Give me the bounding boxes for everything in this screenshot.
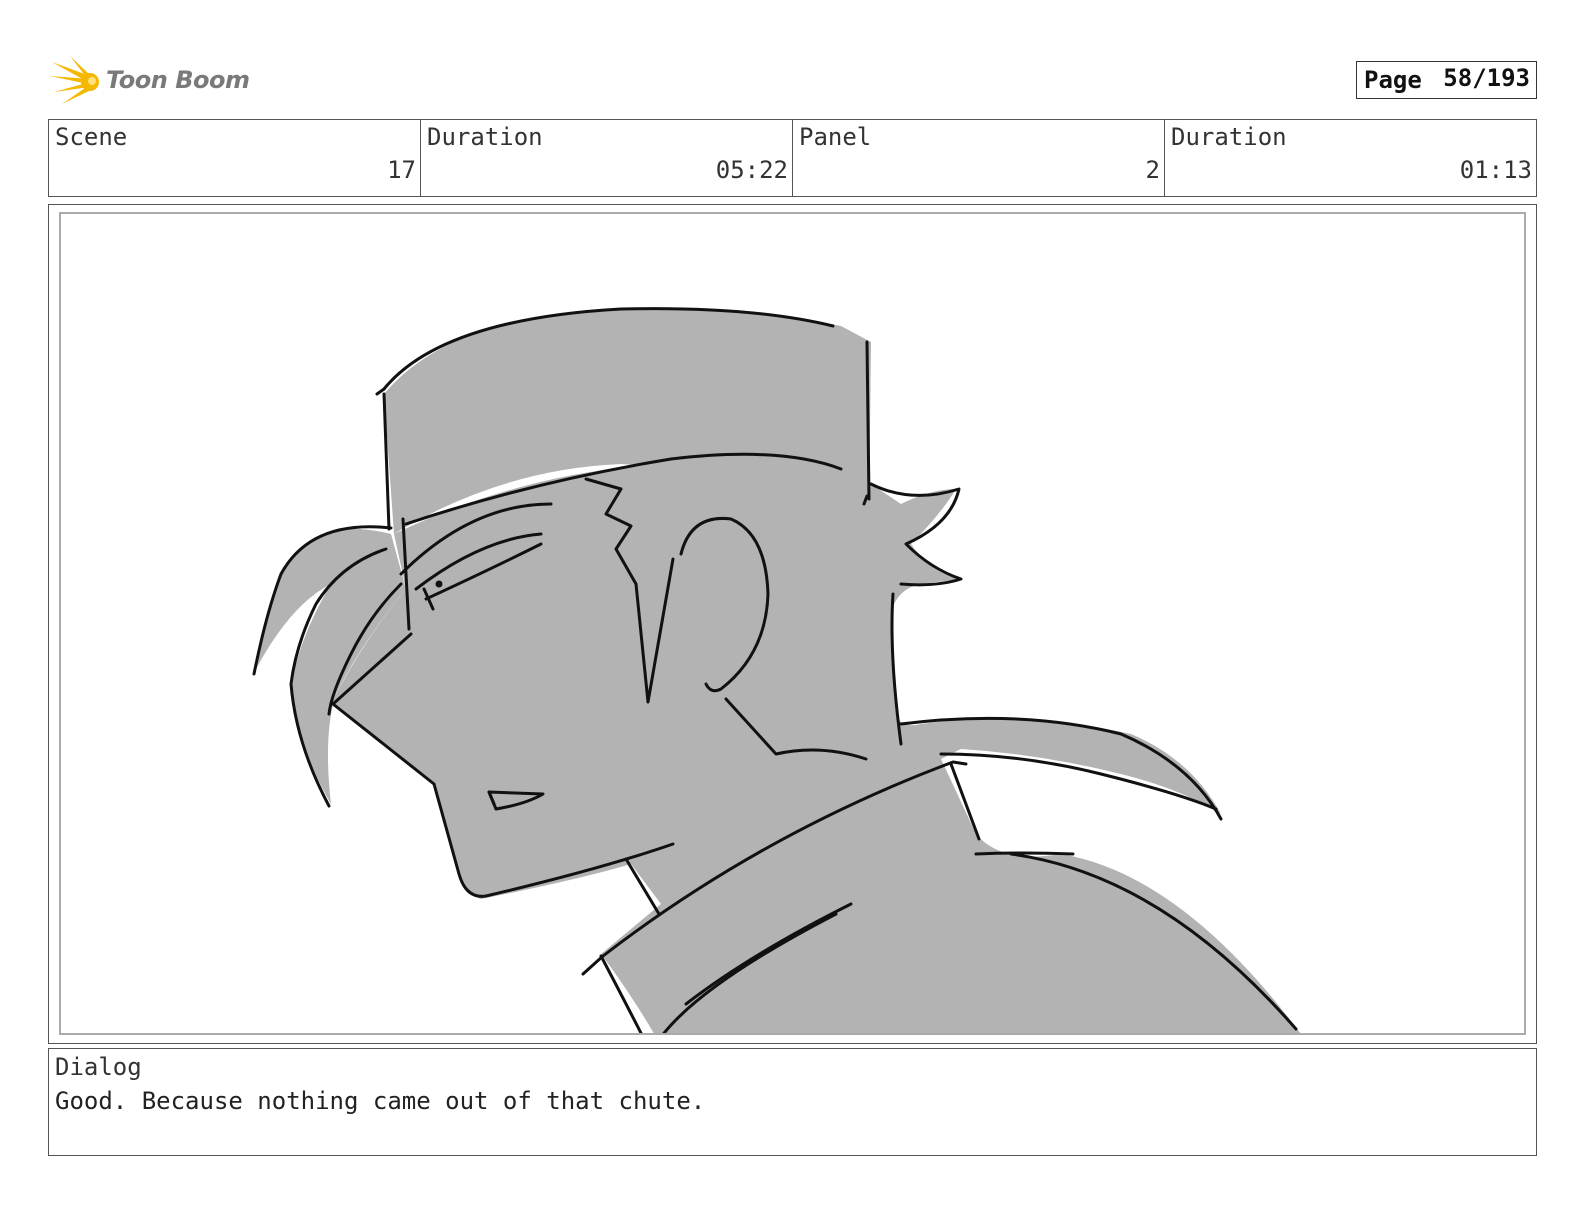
scene-duration-value: 05:22 <box>715 156 788 184</box>
panel-duration-value: 01:13 <box>1459 156 1532 184</box>
panel-value: 2 <box>1145 156 1160 184</box>
page-label: Page <box>1364 66 1422 94</box>
logo-text: Toon Boom <box>106 66 250 94</box>
scene-duration-label: Duration <box>427 123 543 151</box>
dialog-section: Dialog Good. Because nothing came out of… <box>48 1048 1537 1156</box>
page-number: 58/193 <box>1443 64 1530 92</box>
panel-drawing-area <box>59 212 1526 1035</box>
panel-duration-cell: Duration 01:13 <box>1165 120 1536 196</box>
storyboard-panel <box>48 204 1537 1044</box>
toon-boom-logo: Toon Boom <box>50 54 250 108</box>
scene-duration-cell: Duration 05:22 <box>421 120 793 196</box>
scene-value: 17 <box>387 156 416 184</box>
dialog-text: Good. Because nothing came out of that c… <box>55 1087 706 1115</box>
panel-cell: Panel 2 <box>793 120 1165 196</box>
dialog-label: Dialog <box>55 1053 142 1081</box>
scene-cell: Scene 17 <box>49 120 421 196</box>
panel-duration-label: Duration <box>1171 123 1287 151</box>
starburst-icon <box>50 56 99 104</box>
scene-label: Scene <box>55 123 128 151</box>
character-sketch <box>252 307 1301 1033</box>
panel-info-row: Scene 17 Duration 05:22 Panel 2 Duration… <box>48 119 1537 197</box>
panel-label: Panel <box>799 123 872 151</box>
page-indicator: Page 58/193 <box>1356 61 1537 99</box>
